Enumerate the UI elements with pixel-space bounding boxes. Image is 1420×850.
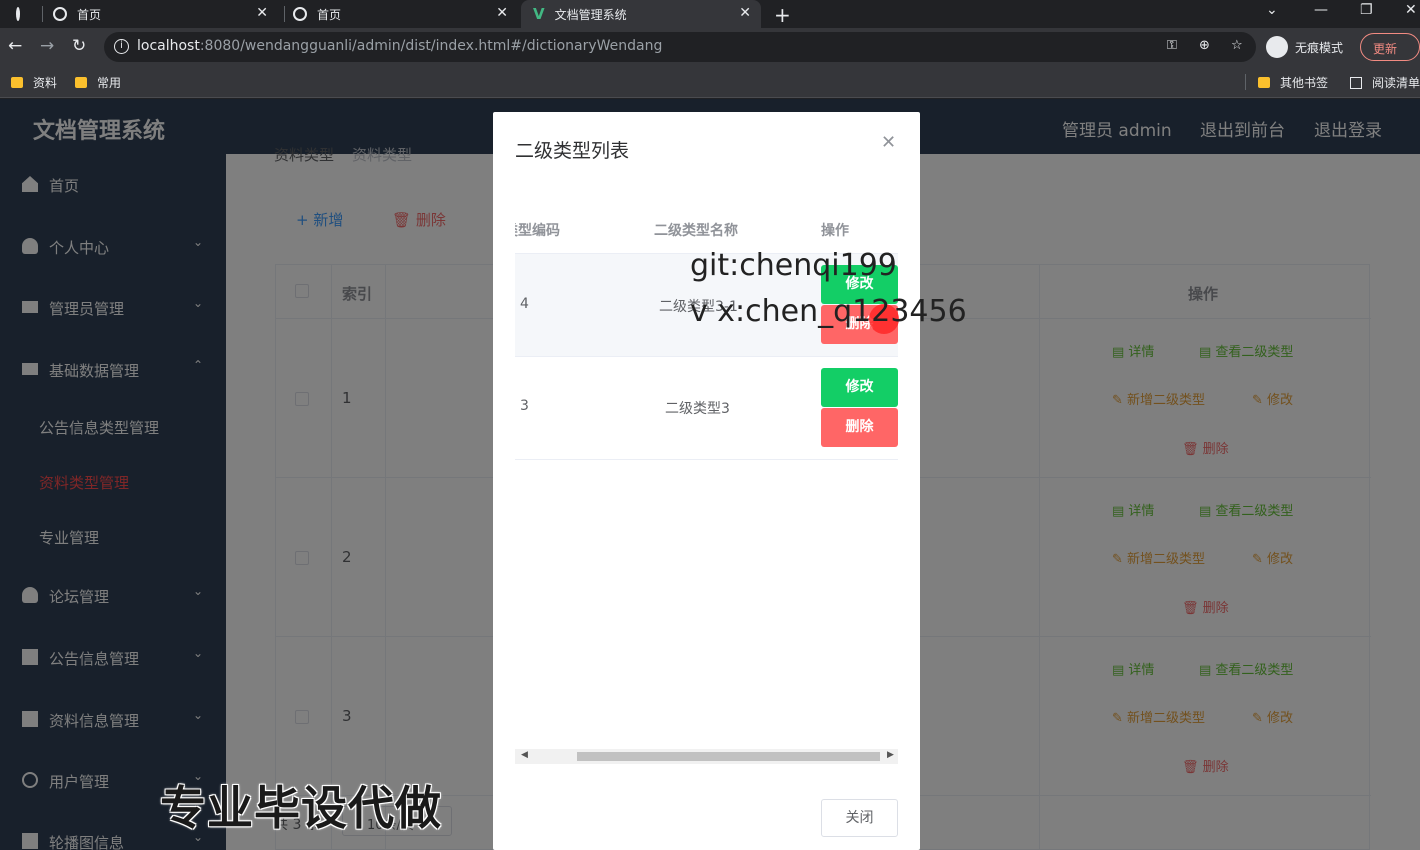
- type-code: 4: [520, 296, 529, 312]
- tab-title: 首页: [317, 7, 342, 22]
- globe-icon: [53, 7, 67, 21]
- watermark-bottom: 专业毕设代做: [160, 781, 442, 835]
- globe-icon: [16, 7, 20, 21]
- close-icon[interactable]: ✕: [496, 5, 508, 21]
- browser-tab-strip: 首页 ✕ 首页 ✕ V 文档管理系统 ✕ + ⌄ — ❐ ✕: [0, 0, 1420, 28]
- browser-tab[interactable]: 首页 ✕: [293, 0, 518, 28]
- table-header: 类型编码 二级类型名称 操作: [515, 202, 898, 254]
- watermark-vx: v x:chen_q123456: [690, 294, 967, 329]
- reload-icon[interactable]: ↻: [72, 36, 86, 56]
- forward-icon[interactable]: →: [40, 36, 54, 56]
- minimize-icon[interactable]: —: [1314, 2, 1328, 18]
- zoom-icon[interactable]: ⊕: [1199, 38, 1210, 53]
- watermark-git: git:chenqi199: [690, 248, 897, 283]
- sub-type-dialog: 二级类型列表 ✕ 类型编码 二级类型名称 操作 4 二级类型3-1 修改 删除 …: [493, 112, 920, 850]
- scrollbar-thumb[interactable]: [577, 752, 880, 761]
- new-tab-icon[interactable]: +: [774, 3, 791, 27]
- maximize-icon[interactable]: ❐: [1360, 2, 1373, 18]
- scroll-left-icon[interactable]: ◀: [521, 750, 528, 760]
- bookmark-folder-other[interactable]: 其他书签: [1258, 74, 1328, 91]
- delete-button[interactable]: 删除: [821, 408, 898, 447]
- tab-search-icon[interactable]: [0, 0, 30, 28]
- url-text: localhost:8080/wendangguanli/admin/dist/…: [137, 38, 663, 54]
- close-icon[interactable]: ✕: [881, 132, 896, 153]
- table-row: 3 二级类型3 修改 删除: [515, 357, 898, 460]
- folder-icon: [75, 77, 87, 88]
- sub-type-table: 类型编码 二级类型名称 操作 4 二级类型3-1 修改 删除 3 二级类型3 修…: [515, 202, 898, 464]
- bookmark-folder[interactable]: 常用: [75, 74, 121, 91]
- address-bar[interactable]: i localhost:8080/wendangguanli/admin/dis…: [104, 32, 1256, 62]
- browser-tab-active[interactable]: V 文档管理系统 ✕: [521, 0, 761, 28]
- app-viewport: 文档管理系统 管理员 admin 退出到前台 退出登录 首页 个人中心⌄ 管理员…: [0, 99, 1420, 850]
- update-button[interactable]: 更新: [1360, 33, 1420, 61]
- scroll-right-icon[interactable]: ▶: [887, 750, 894, 760]
- reading-list[interactable]: 阅读清单: [1350, 74, 1420, 91]
- header-ops: 操作: [821, 223, 849, 239]
- tab-search-chevron-icon[interactable]: ⌄: [1266, 2, 1278, 18]
- incognito-indicator[interactable]: 无痕模式: [1266, 34, 1343, 60]
- star-icon[interactable]: ☆: [1231, 38, 1243, 53]
- site-info-icon[interactable]: i: [114, 39, 129, 54]
- vue-logo-icon: V: [533, 5, 545, 23]
- dialog-title: 二级类型列表: [515, 140, 630, 162]
- bookmark-folder[interactable]: 资料: [11, 74, 57, 91]
- browser-toolbar: ← → ↻ i localhost:8080/wendangguanli/adm…: [0, 28, 1420, 66]
- tab-title: 文档管理系统: [554, 7, 627, 22]
- edit-button[interactable]: 修改: [821, 368, 898, 407]
- type-name: 二级类型3: [665, 401, 730, 417]
- header-type-name: 二级类型名称: [654, 223, 738, 239]
- reading-list-icon: [1350, 76, 1362, 89]
- folder-icon: [1258, 77, 1270, 88]
- header-type-code: 类型编码: [515, 223, 560, 239]
- globe-icon: [293, 7, 307, 21]
- type-code: 3: [520, 398, 529, 414]
- incognito-icon: [1266, 36, 1288, 58]
- horizontal-scrollbar[interactable]: ◀ ▶: [515, 749, 898, 764]
- back-icon[interactable]: ←: [8, 36, 22, 56]
- close-dialog-button[interactable]: 关闭: [821, 799, 898, 837]
- incognito-label: 无痕模式: [1295, 40, 1344, 55]
- browser-tab[interactable]: 首页 ✕: [53, 0, 278, 28]
- bookmarks-bar: 资料 常用 其他书签 阅读清单: [0, 66, 1420, 98]
- close-icon[interactable]: ✕: [739, 5, 751, 21]
- window-close-icon[interactable]: ✕: [1405, 2, 1417, 18]
- key-icon[interactable]: ⚿: [1167, 38, 1177, 53]
- screen: 首页 ✕ 首页 ✕ V 文档管理系统 ✕ + ⌄ — ❐ ✕ ← → ↻ i l…: [0, 0, 1420, 850]
- folder-icon: [11, 77, 23, 88]
- close-icon[interactable]: ✕: [256, 5, 268, 21]
- tab-title: 首页: [77, 7, 102, 22]
